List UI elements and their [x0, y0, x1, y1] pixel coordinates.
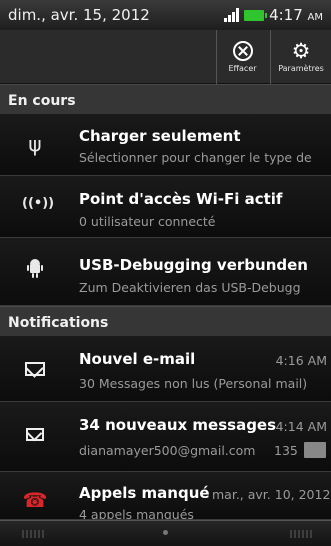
- status-right: 4:17 AM: [224, 6, 323, 24]
- item-title: Point d'accès Wi-Fi actif: [79, 190, 283, 208]
- status-bar: dim., avr. 15, 2012 4:17 AM: [0, 0, 331, 30]
- android-debug-icon: [22, 258, 48, 285]
- item-subtitle: dianamayer500@gmail.com: [79, 443, 256, 458]
- settings-button[interactable]: ⚙ Paramètres: [270, 30, 331, 84]
- item-subtitle: 30 Messages non lus (Personal mail): [79, 376, 308, 391]
- clear-label: Effacer: [228, 64, 257, 73]
- drag-handle-icon[interactable]: [163, 530, 168, 535]
- section-header-ongoing: En cours: [0, 84, 331, 114]
- drawer-handle-bar[interactable]: [0, 520, 331, 546]
- status-ampm: AM: [307, 12, 323, 23]
- grip-right-icon: [290, 530, 312, 538]
- list-item-gmail[interactable]: 34 nouveaux messages 4:14 AM dianamayer5…: [0, 402, 331, 472]
- wifi-hotspot-icon: ((•)): [22, 196, 55, 211]
- item-title: 34 nouveaux messages: [79, 416, 277, 434]
- item-subtitle: 0 utilisateur connecté: [79, 214, 216, 229]
- status-date: dim., avr. 15, 2012: [8, 6, 150, 24]
- email-icon: [25, 362, 51, 376]
- notification-toolbar: Effacer ⚙ Paramètres: [0, 30, 331, 84]
- item-subtitle: 4 appels manqués: [79, 507, 194, 520]
- list-item-missed-calls[interactable]: ☎ Appels manqué mar., avr. 10, 2012 4 ap…: [0, 472, 331, 520]
- item-time: mar., avr. 10, 2012: [212, 487, 331, 502]
- missed-call-icon: ☎: [22, 488, 48, 512]
- item-time: 4:16 AM: [275, 353, 327, 368]
- list-item-new-email[interactable]: Nouvel e-mail 4:16 AM 30 Messages non lu…: [0, 336, 331, 402]
- status-time: 4:17 AM: [269, 6, 323, 24]
- item-title: Nouvel e-mail: [79, 350, 196, 368]
- item-title: USB-Debugging verbunden: [79, 256, 308, 274]
- item-title: Appels manqué: [79, 484, 210, 502]
- clear-button[interactable]: Effacer: [216, 30, 268, 84]
- item-subtitle: Sélectionner pour changer le type de: [79, 150, 312, 165]
- gmail-icon: [26, 428, 52, 441]
- item-time: 4:14 AM: [275, 419, 327, 434]
- grip-left-icon: [22, 530, 44, 538]
- item-subtitle: Zum Deaktivieren das USB-Debugg: [79, 280, 301, 295]
- gmail-badge-icon: [304, 442, 326, 458]
- signal-icon: [224, 8, 240, 22]
- item-title: Charger seulement: [79, 127, 241, 145]
- gear-icon: ⚙: [291, 39, 311, 63]
- list-item-usb-charge[interactable]: ψ Charger seulement Sélectionner pour ch…: [0, 114, 331, 176]
- list-item-usb-debugging[interactable]: USB-Debugging verbunden Zum Deaktivieren…: [0, 238, 331, 306]
- section-header-notifications: Notifications: [0, 306, 331, 336]
- usb-icon: ψ: [28, 132, 42, 156]
- settings-label: Paramètres: [278, 64, 324, 73]
- clear-icon: [232, 41, 253, 61]
- battery-icon: [244, 9, 268, 21]
- list-item-wifi-hotspot[interactable]: ((•)) Point d'accès Wi-Fi actif 0 utilis…: [0, 176, 331, 238]
- item-count: 135: [274, 443, 298, 458]
